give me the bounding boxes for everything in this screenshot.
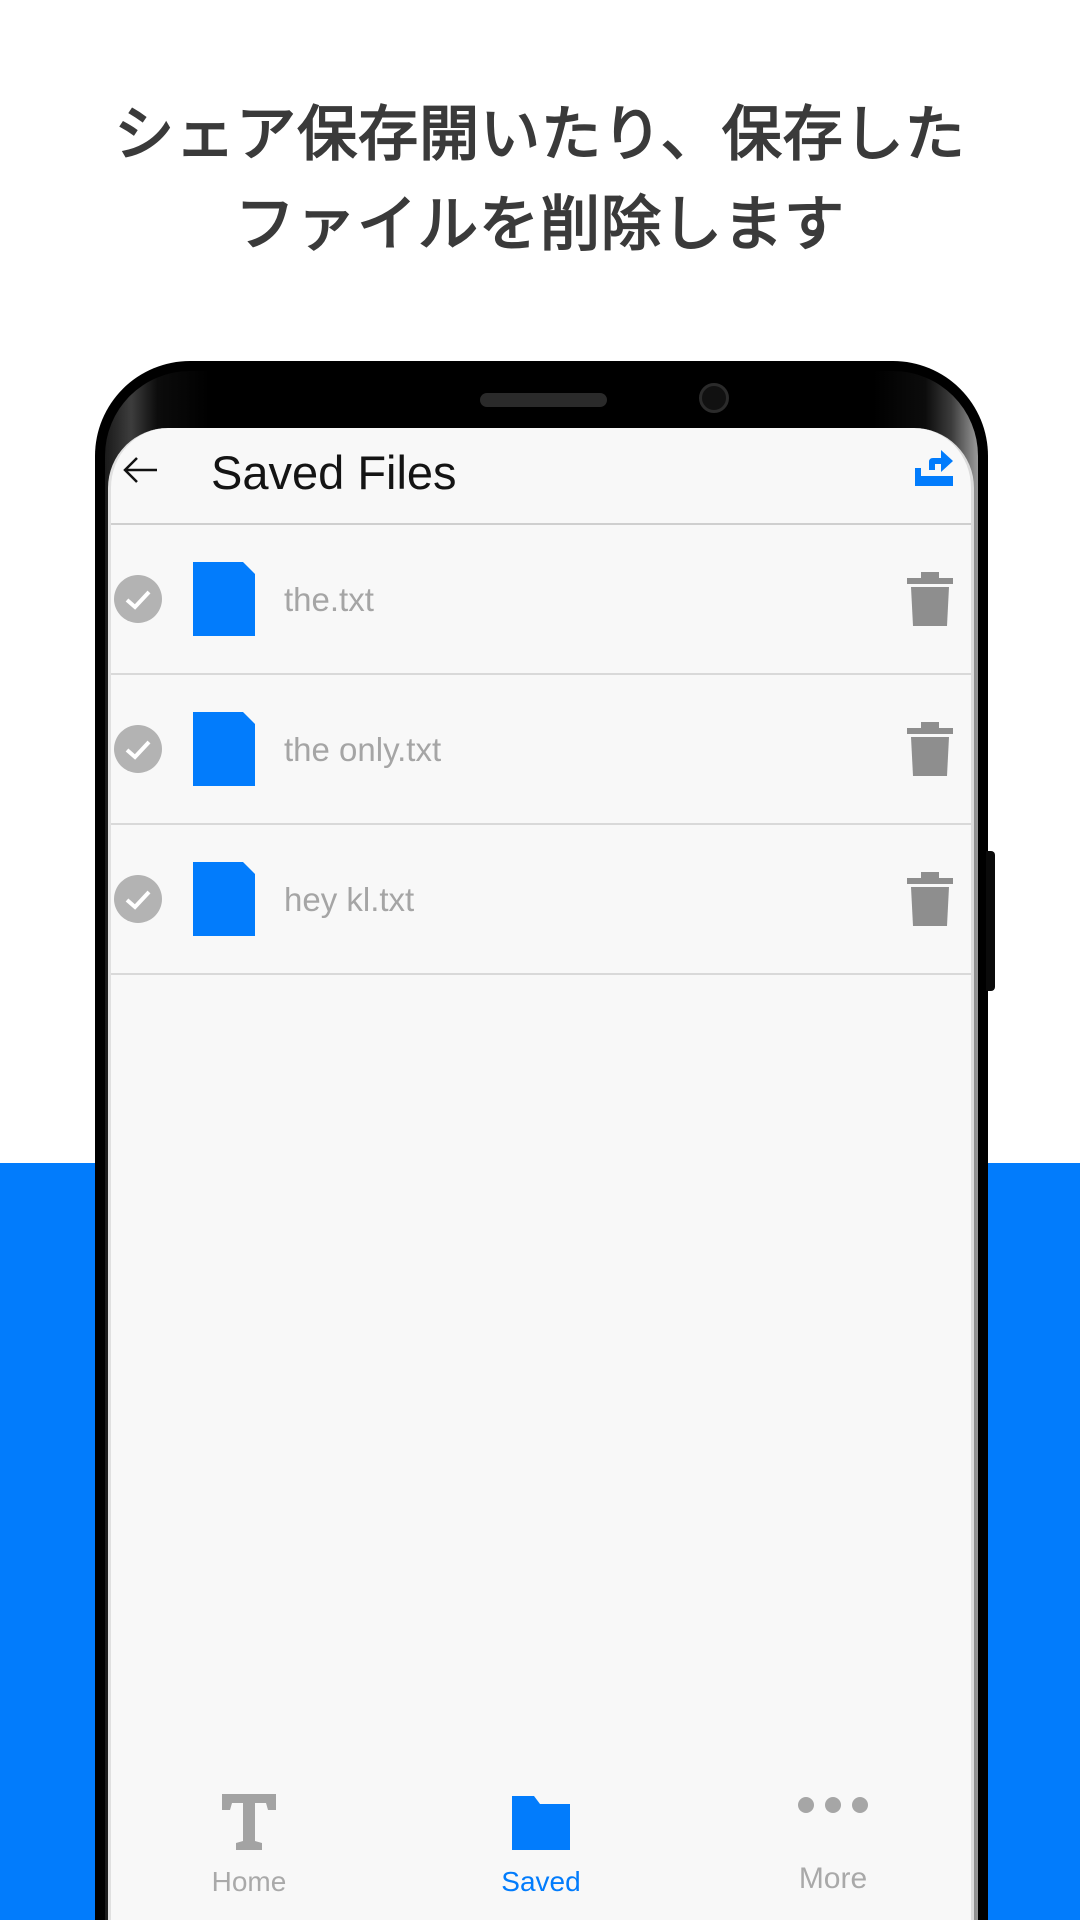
saved-files-list: the.txt the only.txt hey kl.txt [111, 525, 971, 975]
trash-icon[interactable] [907, 572, 953, 626]
check-circle-icon[interactable] [113, 874, 163, 924]
headline-line-2: ファイルを削除します [235, 190, 845, 260]
file-row[interactable]: the only.txt [111, 675, 971, 825]
more-dots-icon [798, 1797, 868, 1813]
trash-icon[interactable] [907, 872, 953, 926]
nav-label-home: Home [211, 1866, 287, 1897]
nav-item-more[interactable]: More [733, 1768, 933, 1920]
file-name: the only.txt [284, 731, 442, 768]
page-title: Saved Files [211, 446, 457, 499]
app-bar: Saved Files [111, 428, 971, 525]
nav-item-saved[interactable]: Saved [441, 1768, 641, 1920]
phone-camera [699, 383, 729, 413]
nav-item-home[interactable]: Home [149, 1768, 349, 1920]
file-icon [193, 712, 255, 786]
check-circle-icon[interactable] [113, 574, 163, 624]
promo-screen: シェア保存開いたり、保存した ファイルを削除します Saved Files th… [0, 0, 1080, 1920]
check-circle-icon[interactable] [113, 724, 163, 774]
file-name: the.txt [284, 581, 374, 618]
app-screen: Saved Files the.txt the only.txt hey kl.… [108, 428, 974, 1920]
bottom-navigation: Home Saved More [111, 1768, 971, 1920]
promo-headline: シェア保存開いたり、保存した ファイルを削除します [0, 90, 1080, 270]
phone-speaker [480, 393, 607, 407]
headline-line-1: シェア保存開いたり、保存した [114, 100, 966, 170]
file-icon [193, 562, 255, 636]
share-export-icon[interactable] [913, 446, 955, 490]
file-name: hey kl.txt [284, 881, 415, 918]
file-row[interactable]: hey kl.txt [111, 825, 971, 975]
file-row[interactable]: the.txt [111, 525, 971, 675]
arrow-left-icon[interactable] [119, 448, 163, 492]
trash-icon[interactable] [907, 722, 953, 776]
nav-label-saved: Saved [501, 1866, 581, 1897]
phone-side-button [986, 851, 995, 991]
nav-label-more: More [798, 1862, 868, 1895]
text-t-icon [222, 1794, 276, 1850]
folder-icon [512, 1796, 570, 1850]
file-icon [193, 862, 255, 936]
